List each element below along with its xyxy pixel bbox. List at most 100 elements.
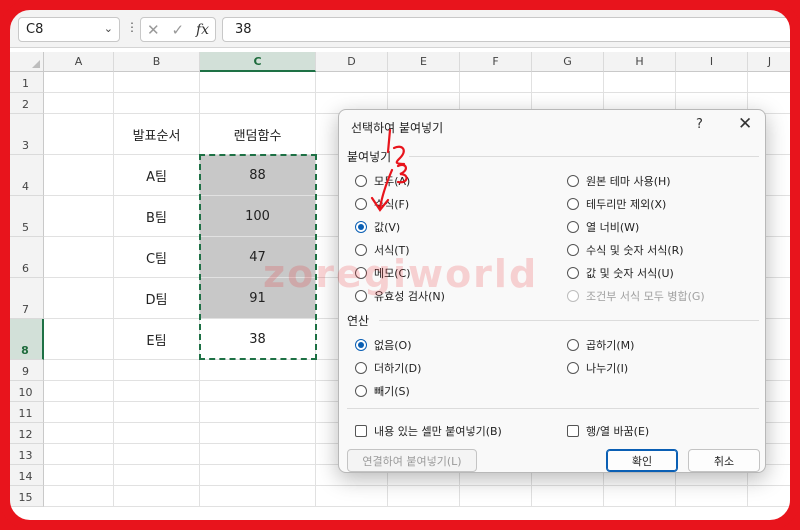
- grid-cell[interactable]: [44, 155, 114, 196]
- column-header-b[interactable]: B: [114, 52, 200, 72]
- grid-cell[interactable]: [44, 444, 114, 465]
- row-header-9[interactable]: 9: [8, 360, 44, 381]
- row-header-1[interactable]: 1: [8, 72, 44, 93]
- radio-icon[interactable]: [355, 175, 367, 187]
- grid-cell[interactable]: [44, 93, 114, 114]
- grid-cell[interactable]: [388, 72, 460, 93]
- paste-option-column-widths[interactable]: 열 너비(W): [567, 219, 639, 235]
- row-header-2[interactable]: 2: [8, 93, 44, 114]
- op-option-subtract[interactable]: 빼기(S): [355, 383, 410, 399]
- grid-cell[interactable]: [44, 423, 114, 444]
- column-header-c[interactable]: C: [200, 52, 316, 72]
- radio-icon[interactable]: [567, 362, 579, 374]
- cancel-button[interactable]: 취소: [688, 449, 760, 472]
- paste-option-all[interactable]: 모두(A): [355, 173, 410, 189]
- grid-cell[interactable]: [44, 381, 114, 402]
- grid-cell[interactable]: [200, 402, 316, 423]
- radio-icon[interactable]: [567, 221, 579, 233]
- row-header-10[interactable]: 10: [8, 381, 44, 402]
- grid-cell[interactable]: [114, 72, 200, 93]
- radio-icon[interactable]: [355, 290, 367, 302]
- paste-option-values-number-formats[interactable]: 값 및 숫자 서식(U): [567, 265, 674, 281]
- row-header-15[interactable]: 15: [8, 486, 44, 507]
- grid-cell[interactable]: [676, 486, 748, 507]
- cell-c5[interactable]: 100: [200, 196, 316, 237]
- grid-cell[interactable]: [114, 381, 200, 402]
- radio-icon[interactable]: [567, 244, 579, 256]
- grid-cell[interactable]: [114, 444, 200, 465]
- radio-icon[interactable]: [355, 267, 367, 279]
- cell-c6[interactable]: 47: [200, 237, 316, 278]
- grid-cell[interactable]: [676, 72, 748, 93]
- name-box[interactable]: C8 ⌄: [18, 17, 120, 42]
- grid-cell[interactable]: [200, 465, 316, 486]
- grid-cell[interactable]: [316, 72, 388, 93]
- grid-cell[interactable]: [44, 278, 114, 319]
- cell-c7[interactable]: 91: [200, 278, 316, 319]
- radio-selected-icon[interactable]: [355, 339, 367, 351]
- grid-cell[interactable]: [460, 486, 532, 507]
- op-option-multiply[interactable]: 곱하기(M): [567, 337, 634, 353]
- cell-b6[interactable]: C팀: [114, 237, 200, 278]
- radio-icon[interactable]: [355, 198, 367, 210]
- op-option-add[interactable]: 더하기(D): [355, 360, 421, 376]
- row-header-13[interactable]: 13: [8, 444, 44, 465]
- grid-cell[interactable]: [532, 486, 604, 507]
- op-option-divide[interactable]: 나누기(I): [567, 360, 628, 376]
- grid-cell[interactable]: [114, 465, 200, 486]
- cell-c4[interactable]: 88: [200, 155, 316, 196]
- cell-b7[interactable]: D팀: [114, 278, 200, 319]
- row-header-5[interactable]: 5: [8, 196, 44, 237]
- grid-cell[interactable]: [200, 93, 316, 114]
- paste-option-source-theme[interactable]: 원본 테마 사용(H): [567, 173, 671, 189]
- grid-cell[interactable]: [748, 486, 792, 507]
- grid-cell[interactable]: [44, 72, 114, 93]
- row-header-14[interactable]: 14: [8, 465, 44, 486]
- transpose-checkbox[interactable]: 행/열 바꿈(E): [567, 423, 649, 439]
- row-header-8[interactable]: 8: [8, 319, 44, 360]
- grid-cell[interactable]: [200, 423, 316, 444]
- grid-cell[interactable]: [316, 486, 388, 507]
- grid-cell[interactable]: [604, 72, 676, 93]
- cell-c3[interactable]: 랜덤함수: [200, 114, 316, 155]
- radio-icon[interactable]: [567, 198, 579, 210]
- column-header-g[interactable]: G: [532, 52, 604, 72]
- select-all-corner[interactable]: [8, 52, 44, 72]
- grid-cell[interactable]: [44, 114, 114, 155]
- grid-cell[interactable]: [44, 319, 114, 360]
- row-header-11[interactable]: 11: [8, 402, 44, 423]
- column-header-j[interactable]: J: [748, 52, 792, 72]
- row-header-7[interactable]: 7: [8, 278, 44, 319]
- radio-icon[interactable]: [355, 244, 367, 256]
- ok-button[interactable]: 확인: [606, 449, 678, 472]
- cancel-icon[interactable]: ✕: [147, 21, 160, 39]
- column-header-a[interactable]: A: [44, 52, 114, 72]
- column-header-f[interactable]: F: [460, 52, 532, 72]
- checkbox-icon[interactable]: [567, 425, 579, 437]
- confirm-icon[interactable]: ✓: [171, 21, 184, 39]
- cell-c8[interactable]: 38: [200, 319, 316, 360]
- cell-b3[interactable]: 발표순서: [114, 114, 200, 155]
- grid-cell[interactable]: [200, 486, 316, 507]
- grid-cell[interactable]: [44, 237, 114, 278]
- row-header-12[interactable]: 12: [8, 423, 44, 444]
- paste-option-formats[interactable]: 서식(T): [355, 242, 410, 258]
- cell-b5[interactable]: B팀: [114, 196, 200, 237]
- paste-option-validation[interactable]: 유효성 검사(N): [355, 288, 445, 304]
- radio-icon[interactable]: [567, 339, 579, 351]
- close-icon[interactable]: ✕: [738, 114, 752, 134]
- radio-icon[interactable]: [567, 267, 579, 279]
- grid-cell[interactable]: [44, 486, 114, 507]
- paste-option-except-borders[interactable]: 테두리만 제외(X): [567, 196, 666, 212]
- grid-cell[interactable]: [114, 486, 200, 507]
- grid-cell[interactable]: [114, 360, 200, 381]
- column-header-h[interactable]: H: [604, 52, 676, 72]
- checkbox-icon[interactable]: [355, 425, 367, 437]
- grid-cell[interactable]: [44, 465, 114, 486]
- grid-cell[interactable]: [114, 402, 200, 423]
- help-icon[interactable]: ?: [696, 117, 703, 132]
- radio-icon[interactable]: [355, 362, 367, 374]
- cell-b8[interactable]: E팀: [114, 319, 200, 360]
- grid-cell[interactable]: [44, 360, 114, 381]
- cell-b4[interactable]: A팀: [114, 155, 200, 196]
